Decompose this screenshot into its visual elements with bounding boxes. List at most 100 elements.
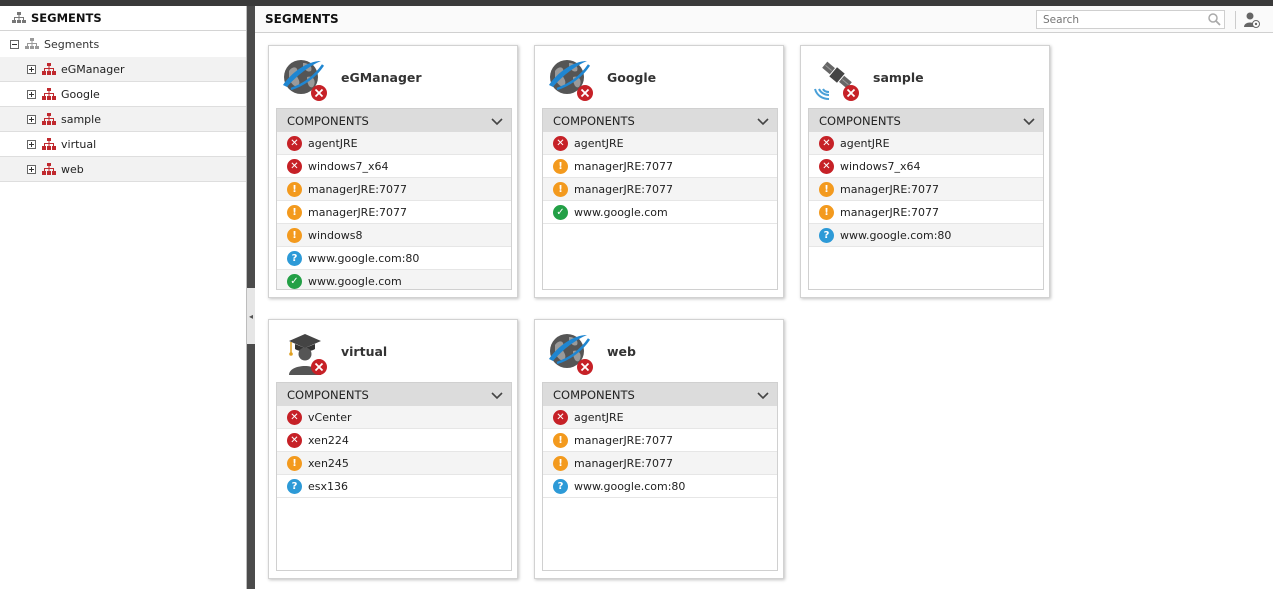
tree-item-sample[interactable]: sample [0, 107, 246, 132]
component-row[interactable]: ✕ agentJRE [543, 132, 777, 155]
component-row[interactable]: ✕ agentJRE [277, 132, 511, 155]
expand-icon[interactable] [27, 164, 36, 174]
critical-status-icon: ✕ [553, 135, 568, 151]
segment-card-google[interactable]: Google COMPONENTS ✕ agentJRE ! managerJR… [534, 45, 784, 298]
chevron-down-icon[interactable] [757, 115, 769, 129]
component-row[interactable]: ✕ windows7_x64 [809, 155, 1043, 178]
component-label: managerJRE:7077 [840, 205, 939, 219]
expand-icon[interactable] [27, 114, 36, 124]
tree-item-google[interactable]: Google [0, 82, 246, 107]
component-row[interactable]: ! managerJRE:7077 [809, 201, 1043, 224]
segment-card-egmanager[interactable]: eGManager COMPONENTS ✕ agentJRE ✕ window… [268, 45, 518, 298]
component-label: managerJRE:7077 [308, 182, 407, 196]
tree-item-egmanager[interactable]: eGManager [0, 57, 246, 82]
tree-item-web[interactable]: web [0, 157, 246, 182]
segment-card-web[interactable]: web COMPONENTS ✕ agentJRE ! managerJRE:7… [534, 319, 784, 579]
component-row[interactable]: ! managerJRE:7077 [543, 452, 777, 475]
component-row[interactable]: ? www.google.com:80 [809, 224, 1043, 247]
components-label: COMPONENTS [287, 387, 369, 402]
card-title[interactable]: eGManager [341, 70, 422, 85]
components-label: COMPONENTS [553, 113, 635, 128]
segment-icon [42, 113, 56, 125]
component-row[interactable]: ✕ xen224 [277, 429, 511, 452]
major-status-icon: ! [287, 181, 302, 197]
component-row[interactable]: ✕ windows7_x64 [277, 155, 511, 178]
component-row[interactable]: ! windows8 [277, 224, 511, 247]
component-row[interactable]: ! xen245 [277, 452, 511, 475]
components-list: COMPONENTS ✕ agentJRE ✕ windows7_x64 ! m… [276, 108, 512, 290]
component-row[interactable]: ! managerJRE:7077 [543, 429, 777, 452]
unknown-status-icon: ? [819, 227, 834, 243]
component-label: www.google.com:80 [574, 479, 686, 493]
globe-icon [281, 55, 329, 106]
component-row[interactable]: ? esx136 [277, 475, 511, 498]
chevron-down-icon[interactable] [491, 389, 503, 403]
segments-tree-panel: SEGMENTS Segments eGManager Google sampl… [0, 6, 247, 589]
component-row[interactable]: ! managerJRE:7077 [543, 155, 777, 178]
components-header[interactable]: COMPONENTS [543, 383, 777, 406]
component-row[interactable]: ! managerJRE:7077 [277, 178, 511, 201]
components-header[interactable]: COMPONENTS [277, 383, 511, 406]
component-label: windows8 [308, 228, 363, 242]
hierarchy-icon [12, 12, 26, 23]
expand-icon[interactable] [27, 89, 36, 99]
unknown-status-icon: ? [287, 478, 302, 494]
component-row[interactable]: ! managerJRE:7077 [277, 201, 511, 224]
components-header[interactable]: COMPONENTS [543, 109, 777, 132]
component-label: agentJRE [574, 136, 624, 150]
components-header[interactable]: COMPONENTS [809, 109, 1043, 132]
component-row[interactable]: ✓ www.google.com [543, 201, 777, 224]
segment-card-virtual[interactable]: virtual COMPONENTS ✕ vCenter ✕ xen224 ! … [268, 319, 518, 579]
chevron-left-icon: ◂ [248, 311, 253, 321]
component-row[interactable]: ✕ agentJRE [543, 406, 777, 429]
panel-splitter[interactable]: ◂ [247, 6, 255, 589]
tree-item-virtual[interactable]: virtual [0, 132, 246, 157]
segment-icon [42, 138, 56, 150]
satellite-icon [813, 55, 861, 106]
card-header: sample [801, 46, 1049, 108]
search-icon[interactable] [1204, 13, 1224, 26]
segment-icon [42, 63, 56, 75]
components-header[interactable]: COMPONENTS [277, 109, 511, 132]
tree-root-segments[interactable]: Segments [0, 31, 246, 57]
collapse-icon[interactable] [10, 39, 19, 49]
component-row[interactable]: ? www.google.com:80 [543, 475, 777, 498]
component-label: managerJRE:7077 [574, 182, 673, 196]
expand-icon[interactable] [27, 64, 36, 74]
ok-status-icon: ✓ [287, 273, 302, 289]
chevron-down-icon[interactable] [757, 389, 769, 403]
component-row[interactable]: ✕ agentJRE [809, 132, 1043, 155]
tree-item-label: eGManager [61, 62, 125, 76]
component-label: managerJRE:7077 [840, 182, 939, 196]
globe-icon [547, 329, 595, 380]
tree-panel-header: SEGMENTS [0, 6, 246, 31]
major-status-icon: ! [287, 204, 302, 220]
user-settings-icon[interactable] [1243, 11, 1261, 32]
component-label: xen224 [308, 433, 349, 447]
chevron-down-icon[interactable] [491, 115, 503, 129]
major-status-icon: ! [819, 181, 834, 197]
chevron-down-icon[interactable] [1023, 115, 1035, 129]
segments-main-panel: SEGMENTS Search eGManager COMPONENTS ✕ a… [255, 6, 1273, 589]
expand-icon[interactable] [27, 139, 36, 149]
card-header: eGManager [269, 46, 517, 108]
component-label: windows7_x64 [840, 159, 921, 173]
card-title[interactable]: web [607, 344, 636, 359]
card-title[interactable]: Google [607, 70, 656, 85]
component-row[interactable]: ✕ vCenter [277, 406, 511, 429]
component-label: agentJRE [840, 136, 890, 150]
component-row[interactable]: ! managerJRE:7077 [543, 178, 777, 201]
component-row[interactable]: ? www.google.com:80 [277, 247, 511, 270]
segment-card-sample[interactable]: sample COMPONENTS ✕ agentJRE ✕ windows7_… [800, 45, 1050, 298]
card-header: Google [535, 46, 783, 108]
search-input[interactable] [1037, 11, 1204, 28]
major-status-icon: ! [819, 204, 834, 220]
collapse-panel-handle[interactable]: ◂ [247, 288, 255, 344]
card-title[interactable]: sample [873, 70, 924, 85]
component-row[interactable]: ✓ www.google.com [277, 270, 511, 289]
critical-status-icon: ✕ [287, 409, 302, 425]
card-title[interactable]: virtual [341, 344, 387, 359]
search-box [1036, 10, 1225, 29]
component-row[interactable]: ! managerJRE:7077 [809, 178, 1043, 201]
major-status-icon: ! [553, 432, 568, 448]
